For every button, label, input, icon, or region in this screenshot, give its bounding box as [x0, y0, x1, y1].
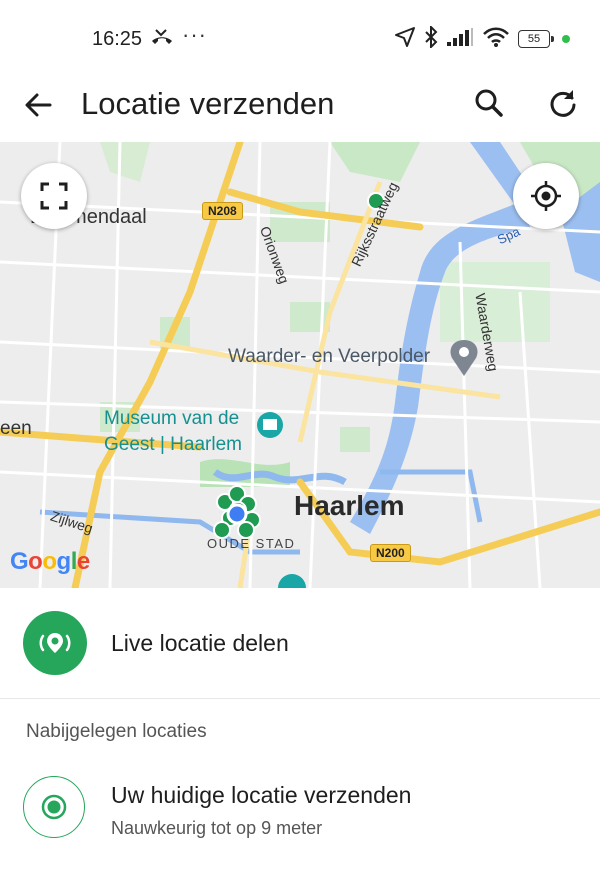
- google-logo-letter: o: [42, 548, 57, 575]
- google-logo: Google: [10, 548, 90, 576]
- live-location-label: Live locatie delen: [111, 630, 289, 656]
- search-button[interactable]: [472, 86, 506, 120]
- send-current-location-row[interactable]: Uw huidige locatie verzenden Nauwkeurig …: [0, 764, 600, 864]
- live-location-row[interactable]: Live locatie delen: [0, 588, 600, 699]
- fullscreen-button[interactable]: [21, 163, 87, 229]
- search-icon: [475, 89, 503, 117]
- map-label-een: een: [0, 418, 32, 439]
- status-overflow-dots: ···: [182, 22, 207, 47]
- nearby-section-title: Nabijgelegen locaties: [26, 721, 207, 742]
- refresh-icon: [550, 90, 576, 117]
- google-logo-letter: G: [10, 548, 29, 575]
- google-logo-letter: e: [76, 548, 90, 575]
- map-road-badge-n208: N208: [202, 202, 243, 220]
- google-logo-letter: o: [28, 548, 43, 575]
- map-label-oude-stad: OUDE STAD: [207, 536, 296, 551]
- send-current-location-title: Uw huidige locatie verzenden: [111, 782, 412, 808]
- fullscreen-icon: [40, 182, 68, 210]
- battery-icon: 55: [518, 30, 554, 48]
- refresh-button[interactable]: [546, 86, 580, 120]
- radio-location-icon: [23, 776, 85, 838]
- map-label-haarlem: Haarlem: [294, 490, 405, 521]
- page-title: Locatie verzenden: [81, 86, 335, 121]
- status-bar: 16:25 ··· 55: [0, 0, 600, 80]
- map-label-museum-line1: Museum van de: [104, 408, 240, 429]
- live-location-icon: [23, 611, 87, 675]
- status-icons: 55: [394, 24, 570, 53]
- status-time: 16:25: [92, 28, 143, 50]
- location-arrow-icon: [394, 26, 416, 53]
- app-bar: Locatie verzenden: [0, 80, 600, 142]
- location-options-sheet: Live locatie delen Nabijgelegen locaties…: [0, 588, 600, 883]
- wifi-icon: [482, 26, 510, 53]
- missed-call-icon: [150, 27, 174, 54]
- map-label-waarder-veerpolder: Waarder- en Veerpolder: [228, 346, 431, 367]
- bluetooth-icon: [424, 24, 438, 53]
- arrow-back-icon: [25, 93, 52, 117]
- google-logo-letter: g: [56, 548, 72, 575]
- signal-icon: [446, 27, 474, 52]
- back-button[interactable]: [22, 88, 56, 122]
- map-label-museum-line2: Geest | Haarlem: [104, 434, 242, 455]
- map-view[interactable]: Bloemendaal N208 Orionweg Rijksstraatweg…: [0, 142, 600, 588]
- map-road-badge-n200: N200: [370, 544, 411, 562]
- my-location-icon: [531, 181, 561, 211]
- privacy-indicator-dot: [562, 35, 570, 43]
- send-current-location-accuracy: Nauwkeurig tot op 9 meter: [111, 818, 323, 838]
- my-location-button[interactable]: [513, 163, 579, 229]
